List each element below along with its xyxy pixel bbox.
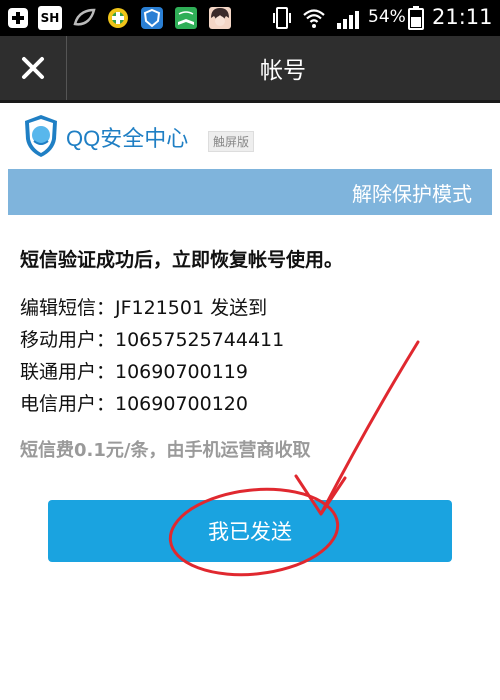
brand-header: QQ安全中心 触屏版 (8, 103, 492, 169)
close-icon (22, 57, 44, 79)
sent-confirm-button[interactable]: 我已发送 (48, 500, 452, 562)
unicom-number-line: 联通用户：10690700119 (20, 361, 248, 383)
battery-icon (408, 6, 424, 30)
green-circle-app-icon (108, 8, 128, 28)
wifi-icon (303, 9, 325, 28)
section-title: 解除保护模式 (352, 181, 472, 206)
sh-app-icon: SH (38, 6, 62, 30)
signal-icon (337, 11, 359, 29)
book-app-icon (175, 7, 197, 29)
vibrate-icon (273, 7, 291, 29)
battery-percent: 54% (368, 7, 406, 27)
qq-security-shield-icon (25, 115, 57, 157)
sms-code-line: 编辑短信：JF121501 发送到 (20, 297, 268, 319)
telecom-number-line: 电信用户：10690700120 (20, 393, 248, 415)
page-title: 帐号 (260, 58, 306, 84)
avatar-app-icon (209, 7, 231, 29)
close-button[interactable] (0, 36, 67, 100)
sent-confirm-label: 我已发送 (208, 520, 292, 544)
status-bar: SH 54% 21:11 (0, 0, 500, 36)
clock: 21:11 (432, 5, 493, 29)
fee-note: 短信费0.1元/条，由手机运营商收取 (20, 440, 311, 461)
brand-name: QQ安全中心 (66, 126, 189, 151)
edition-badge: 触屏版 (208, 131, 255, 152)
app-title-bar: 帐号 (0, 36, 500, 103)
section-banner: 解除保护模式 (8, 169, 492, 215)
shield-app-icon (141, 7, 163, 29)
leaf-icon (73, 8, 96, 26)
instruction-headline: 短信验证成功后，立即恢复帐号使用。 (20, 249, 344, 271)
mobile-number-line: 移动用户：10657525744411 (20, 329, 285, 351)
add-icon (8, 8, 28, 28)
page-content: QQ安全中心 触屏版 解除保护模式 短信验证成功后，立即恢复帐号使用。 编辑短信… (8, 103, 492, 700)
